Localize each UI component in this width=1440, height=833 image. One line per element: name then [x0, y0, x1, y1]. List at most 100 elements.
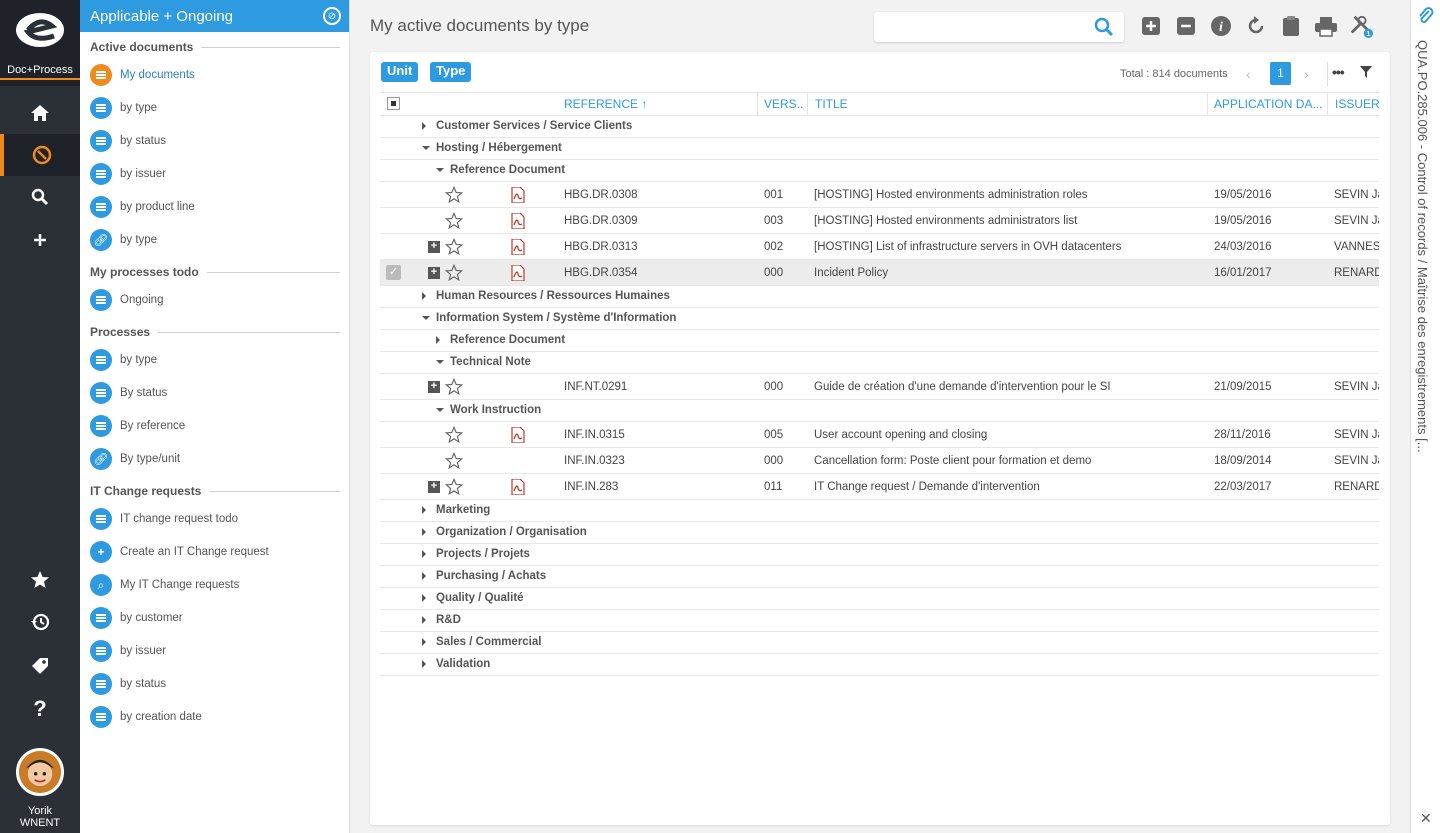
expand-row-icon[interactable]: +: [428, 241, 440, 253]
nav-item[interactable]: by issuer: [90, 639, 340, 663]
group-row[interactable]: Reference Document: [380, 160, 1379, 182]
caret-right-icon[interactable]: [422, 550, 426, 558]
column-reference[interactable]: REFERENCE ↑: [564, 97, 647, 111]
row-checkbox[interactable]: ✓: [386, 265, 401, 280]
table-row[interactable]: HBG.DR.0308 001 [HOSTING] Hosted environme…: [380, 182, 1379, 208]
favorite-star-icon[interactable]: [444, 237, 464, 256]
group-row[interactable]: Quality / Qualité: [380, 588, 1379, 610]
table-row[interactable]: INF.IN.0315 005 User account opening and c…: [380, 422, 1379, 448]
navigation-button[interactable]: [0, 134, 80, 176]
home-button[interactable]: [0, 92, 80, 134]
column-title[interactable]: TITLE: [815, 97, 848, 111]
search-button[interactable]: [0, 176, 80, 218]
paperclip-icon[interactable]: [1417, 6, 1435, 26]
nav-item[interactable]: By reference: [90, 414, 340, 438]
cell-title[interactable]: [HOSTING] Hosted environments administra…: [814, 215, 1204, 227]
pdf-icon[interactable]: [511, 186, 525, 204]
cell-title[interactable]: Incident Policy: [814, 267, 1204, 279]
nav-item[interactable]: by status: [90, 129, 340, 153]
nav-item[interactable]: My documents: [90, 63, 340, 87]
group-row[interactable]: R&D: [380, 610, 1379, 632]
clipboard-button[interactable]: [1279, 14, 1303, 38]
table-row[interactable]: ✓ + HBG.DR.0354 000 Incident Policy 16/01/201…: [380, 260, 1379, 286]
favorite-star-icon[interactable]: [444, 451, 464, 470]
nav-item[interactable]: by status: [90, 672, 340, 696]
caret-down-icon[interactable]: [436, 360, 444, 364]
expand-all-button[interactable]: [1139, 14, 1163, 38]
cell-title[interactable]: IT Change request / Demande d'interventi…: [814, 481, 1204, 493]
cell-title[interactable]: Cancellation form: Poste client pour for…: [814, 455, 1204, 467]
cell-title[interactable]: User account opening and closing: [814, 429, 1204, 441]
group-chip-type[interactable]: Type: [430, 62, 472, 82]
pdf-icon[interactable]: [511, 264, 525, 282]
caret-right-icon[interactable]: [422, 122, 426, 130]
nav-item[interactable]: IT change request todo: [90, 507, 340, 531]
select-all-checkbox[interactable]: [387, 97, 400, 110]
caret-right-icon[interactable]: [422, 506, 426, 514]
caret-right-icon[interactable]: [436, 336, 440, 344]
filter-icon[interactable]: [1360, 66, 1372, 78]
group-row[interactable]: Sales / Commercial: [380, 632, 1379, 654]
favorites-button[interactable]: [0, 559, 80, 601]
favorite-star-icon[interactable]: [444, 477, 464, 496]
column-application-date[interactable]: APPLICATION DA...: [1214, 97, 1322, 111]
group-row[interactable]: Marketing: [380, 500, 1379, 522]
cell-title[interactable]: [HOSTING] List of infrastructure servers…: [814, 241, 1204, 253]
caret-right-icon[interactable]: [422, 572, 426, 580]
more-options-icon[interactable]: •••: [1332, 64, 1345, 80]
nav-item[interactable]: + Create an IT Change request: [90, 540, 340, 564]
next-page-icon[interactable]: ›: [1304, 66, 1309, 82]
group-row[interactable]: Information System / Système d'Informati…: [380, 308, 1379, 330]
group-row[interactable]: Purchasing / Achats: [380, 566, 1379, 588]
cell-title[interactable]: [HOSTING] Hosted environments administra…: [814, 189, 1204, 201]
table-row[interactable]: + INF.NT.0291 000 Guide de création d'une d…: [380, 374, 1379, 400]
group-chip-unit[interactable]: Unit: [381, 62, 419, 82]
history-button[interactable]: [0, 601, 80, 643]
caret-right-icon[interactable]: [422, 292, 426, 300]
group-row[interactable]: Projects / Projets: [380, 544, 1379, 566]
pdf-icon[interactable]: [511, 478, 525, 496]
app-logo[interactable]: Doc+Process: [0, 0, 80, 86]
nav-item[interactable]: By status: [90, 381, 340, 405]
favorite-star-icon[interactable]: [444, 263, 464, 282]
table-row[interactable]: HBG.DR.0309 003 [HOSTING] Hosted environme…: [380, 208, 1379, 234]
group-row[interactable]: Work Instruction: [380, 400, 1379, 422]
info-button[interactable]: i: [1209, 14, 1233, 38]
close-icon[interactable]: ✕: [1420, 810, 1432, 827]
add-button[interactable]: [0, 219, 80, 261]
table-row[interactable]: INF.IN.0323 000 Cancellation form: Poste c…: [380, 448, 1379, 474]
current-page[interactable]: 1: [1270, 62, 1291, 85]
pdf-icon[interactable]: [511, 238, 525, 256]
group-row[interactable]: Validation: [380, 654, 1379, 676]
favorite-star-icon[interactable]: [444, 211, 464, 230]
nav-item[interactable]: by product line: [90, 195, 340, 219]
print-button[interactable]: [1314, 14, 1338, 38]
group-row[interactable]: Organization / Organisation: [380, 522, 1379, 544]
caret-down-icon[interactable]: [422, 316, 430, 320]
table-row[interactable]: + HBG.DR.0313 002 [HOSTING] List of infrast…: [380, 234, 1379, 260]
group-row[interactable]: Reference Document: [380, 330, 1379, 352]
nav-item[interactable]: 🔗︎ By type/unit: [90, 447, 340, 471]
search-input[interactable]: [874, 12, 1084, 42]
search-icon[interactable]: [1094, 17, 1114, 37]
caret-down-icon[interactable]: [436, 408, 444, 412]
nav-item[interactable]: Ongoing: [90, 288, 340, 312]
nav-item[interactable]: by type: [90, 348, 340, 372]
previous-page-icon[interactable]: ‹: [1246, 66, 1251, 82]
refresh-button[interactable]: [1244, 14, 1268, 38]
group-row[interactable]: Human Resources / Ressources Humaines: [380, 286, 1379, 308]
column-version[interactable]: VERS..: [764, 97, 803, 111]
caret-down-icon[interactable]: [422, 146, 430, 150]
nav-item[interactable]: by creation date: [90, 705, 340, 729]
nav-item[interactable]: 🔗︎ by type: [90, 228, 340, 252]
compass-toggle-icon[interactable]: ⊘: [323, 7, 341, 25]
caret-right-icon[interactable]: [422, 594, 426, 602]
nav-item[interactable]: by type: [90, 96, 340, 120]
tags-button[interactable]: [0, 645, 80, 687]
caret-right-icon[interactable]: [422, 638, 426, 646]
avatar[interactable]: [16, 748, 64, 796]
group-row[interactable]: Technical Note: [380, 352, 1379, 374]
favorite-star-icon[interactable]: [444, 425, 464, 444]
nav-item[interactable]: by issuer: [90, 162, 340, 186]
expand-row-icon[interactable]: +: [428, 381, 440, 393]
